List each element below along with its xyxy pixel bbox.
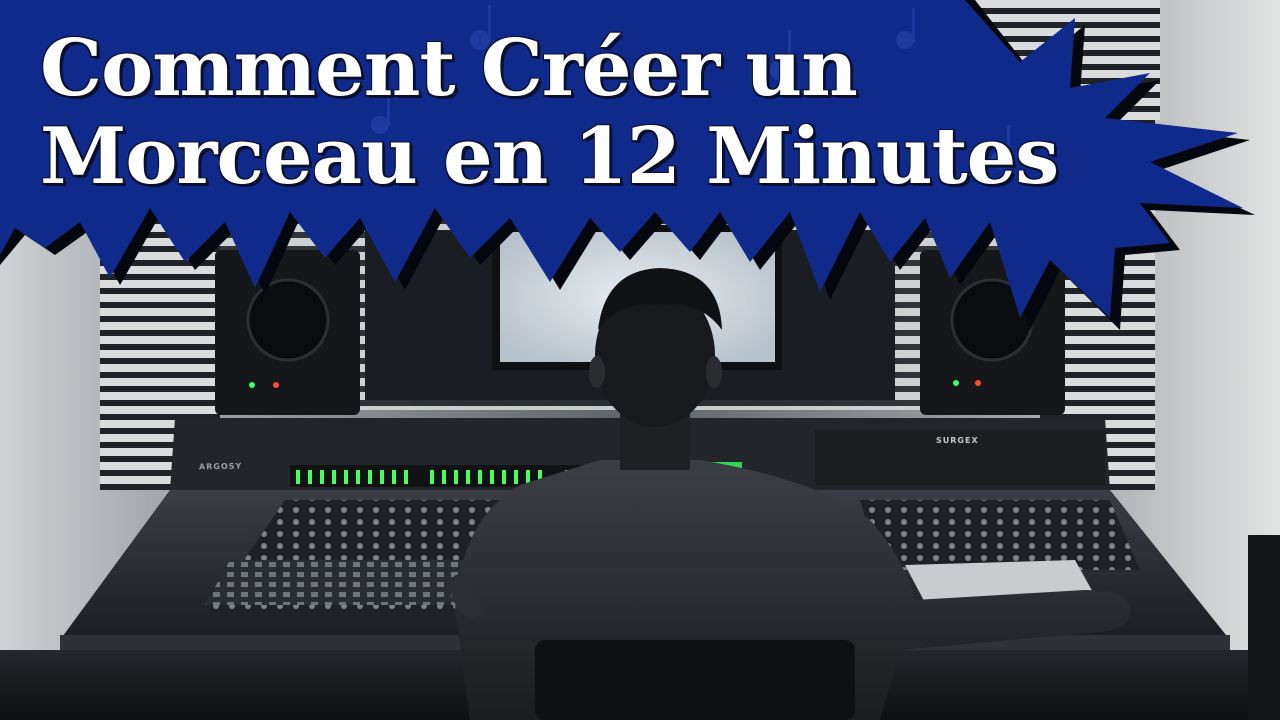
console-fader-bank-left [205, 560, 470, 605]
console-section-right [860, 500, 1140, 570]
console-brand-label-right: SURGEX [936, 436, 979, 445]
person-ear-right [706, 356, 722, 388]
chair-back [535, 640, 855, 720]
speaker-led-right-green [953, 380, 959, 386]
person-ear-left [589, 356, 605, 388]
speaker-led-left-green [249, 382, 255, 388]
title-line-2: Morceau en 12 Minutes [40, 111, 1059, 202]
title-line-1: Comment Créer un [40, 23, 858, 114]
speaker-led-right-red [975, 380, 981, 386]
speaker-woofer-left [246, 278, 330, 362]
speaker-led-left-red [273, 382, 279, 388]
side-rack [1248, 535, 1280, 720]
console-brand-label-left: ARGOSY [198, 461, 243, 472]
